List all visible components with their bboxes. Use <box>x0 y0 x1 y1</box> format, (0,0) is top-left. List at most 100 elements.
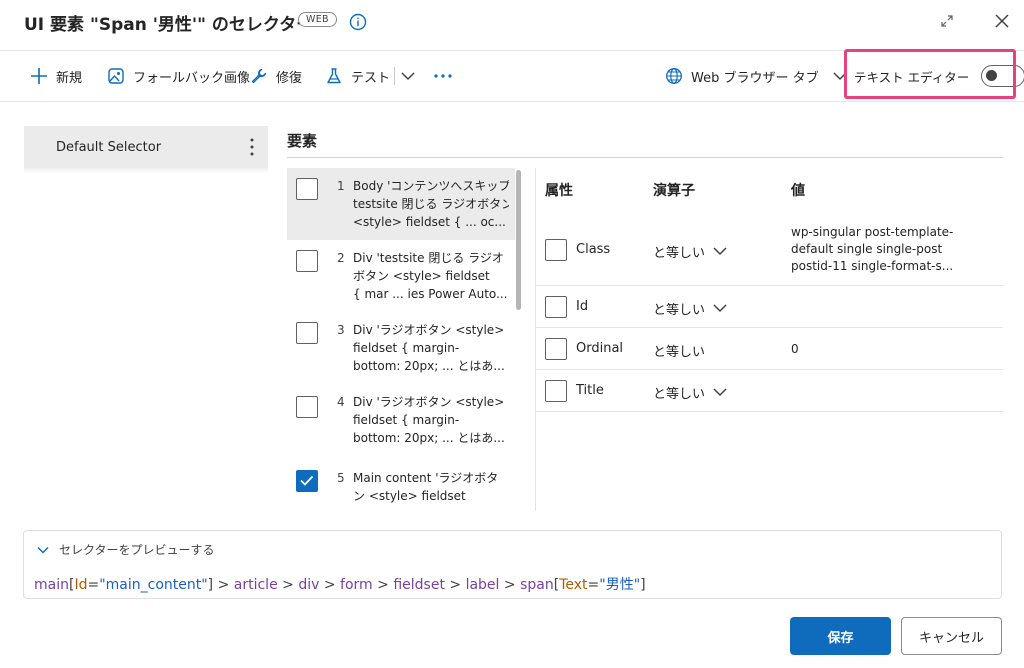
operator-label[interactable]: と等しい <box>653 242 705 261</box>
element-row[interactable]: 1 Body 'コンテンツへスキップ testsite 閉じる ラジオボタン <… <box>287 168 515 240</box>
test-label: テスト <box>351 70 391 86</box>
repair-button[interactable]: 修復 <box>250 51 302 101</box>
selector-token-op: > <box>319 577 341 593</box>
info-icon[interactable] <box>349 13 367 31</box>
selector-token-op: ] <box>640 577 646 593</box>
toolbar-separator <box>394 67 395 85</box>
attribute-checkbox[interactable] <box>545 338 567 360</box>
element-line: bottom: 20px; ... とはあ... <box>353 431 505 445</box>
preview-toggle-label: セレクターをプレビューする <box>59 543 215 557</box>
selector-label: Default Selector <box>56 139 162 155</box>
preview-toggle[interactable]: セレクターをプレビューする <box>37 541 215 558</box>
selector-token-op: > <box>499 577 521 593</box>
element-checkbox[interactable] <box>296 250 318 272</box>
element-line: ン <style> fieldset <box>353 489 466 503</box>
attribute-column-header: 属性 <box>545 183 573 199</box>
element-checkbox[interactable] <box>296 178 318 200</box>
element-description: Body 'コンテンツへスキップ testsite 閉じる ラジオボタン <st… <box>353 177 509 231</box>
selector-token-tag: main <box>34 577 69 593</box>
element-number: 3 <box>337 323 345 337</box>
attribute-row-id: Id と等しい <box>536 286 1003 328</box>
element-row[interactable]: 2 Div 'testsite 閉じる ラジオ ボタン <style> fiel… <box>287 240 515 312</box>
attribute-name: Class <box>576 242 611 257</box>
attribute-checkbox[interactable] <box>545 380 567 402</box>
expand-icon[interactable] <box>940 14 954 28</box>
more-dots-icon <box>434 74 452 78</box>
value-line: postid-11 single-format-s... <box>791 259 954 273</box>
attribute-row-ordinal: Ordinal と等しい 0 <box>536 328 1003 370</box>
attribute-row-class: Class と等しい wp-singular post-template- de… <box>536 218 1003 286</box>
attribute-name: Id <box>576 299 589 314</box>
flask-icon <box>327 68 341 84</box>
element-line: bottom: 20px; ... とはあ... <box>353 359 505 373</box>
close-icon[interactable] <box>994 13 1010 29</box>
chevron-down-icon <box>37 546 49 554</box>
element-checkbox[interactable] <box>296 470 318 492</box>
selector-token-op: = <box>587 577 600 593</box>
attribute-checkbox[interactable] <box>545 296 567 318</box>
selector-token-tag: fieldset <box>393 577 445 593</box>
value-line: wp-singular post-template- <box>791 225 954 239</box>
highlight-box <box>844 49 1016 99</box>
selector-token-tag: div <box>298 577 320 593</box>
element-checkbox[interactable] <box>296 396 318 418</box>
save-button[interactable]: 保存 <box>790 617 891 655</box>
operator-label: と等しい <box>653 345 706 360</box>
value-line: 0 <box>791 342 799 356</box>
selector-token-tag: article <box>233 577 278 593</box>
elements-divider <box>287 157 1003 158</box>
element-checkbox[interactable] <box>296 322 318 344</box>
selector-token-str: "男性" <box>599 577 641 593</box>
attribute-value: wp-singular post-template- default singl… <box>791 224 991 275</box>
value-line: default single single-post <box>791 242 943 256</box>
test-button[interactable]: テスト <box>325 51 390 101</box>
browser-tab-label: Web ブラウザー タブ <box>691 70 819 86</box>
fallback-label: フォールバック画像 <box>133 70 251 86</box>
new-label: 新規 <box>56 70 83 86</box>
fallback-image-button[interactable]: フォールバック画像 <box>107 51 250 101</box>
selector-token-attr: Id <box>74 577 88 593</box>
selector-token-op: > <box>444 577 466 593</box>
element-line: testsite 閉じる ラジオボタン <box>353 197 509 211</box>
element-number: 4 <box>337 395 345 409</box>
value-column-header: 値 <box>791 183 805 199</box>
element-list-scrollbar[interactable] <box>516 170 521 310</box>
attribute-checkbox[interactable] <box>545 239 567 261</box>
checkmark-icon <box>300 475 314 486</box>
repair-label: 修復 <box>276 70 303 86</box>
chevron-down-icon[interactable] <box>713 246 727 256</box>
selector-token-tag: label <box>465 577 500 593</box>
overflow-menu-button[interactable] <box>433 51 461 101</box>
new-button[interactable]: 新規 <box>30 51 82 101</box>
selector-token-str: "main_content" <box>99 577 208 593</box>
more-vertical-icon[interactable] <box>250 137 254 157</box>
elements-heading: 要素 <box>287 132 318 150</box>
cancel-button[interactable]: キャンセル <box>901 617 1002 655</box>
element-row[interactable]: 3 Div 'ラジオボタン <style> fieldset { margin-… <box>287 312 515 384</box>
element-row[interactable]: 4 Div 'ラジオボタン <style> fieldset { margin-… <box>287 384 515 456</box>
chevron-down-icon <box>401 72 415 81</box>
element-number: 2 <box>337 251 345 265</box>
element-line: fieldset { margin- <box>353 413 460 427</box>
title-bar: UI 要素 "Span '男性'" のセレクター WEB <box>0 0 1024 46</box>
element-line: Div 'testsite 閉じる ラジオ <box>353 251 504 265</box>
browser-tab-dropdown[interactable]: Web ブラウザー タブ <box>665 51 847 101</box>
operator-label[interactable]: と等しい <box>653 383 705 402</box>
globe-icon <box>666 68 682 84</box>
more-options-dropdown[interactable] <box>401 51 423 101</box>
element-line: Div 'ラジオボタン <style> <box>353 323 505 337</box>
element-number: 1 <box>337 179 345 193</box>
selector-token-tag: form <box>340 577 373 593</box>
web-badge: WEB <box>298 12 337 27</box>
dialog-title: UI 要素 "Span '男性'" のセレクター <box>24 15 314 35</box>
selector-item-default[interactable]: Default Selector <box>24 126 268 168</box>
element-row[interactable]: 5 Main content 'ラジオボタ ン <style> fieldset <box>287 456 515 511</box>
chevron-down-icon[interactable] <box>713 387 727 397</box>
element-line: Div 'ラジオボタン <style> <box>353 395 505 409</box>
element-description: Div 'testsite 閉じる ラジオ ボタン <style> fields… <box>353 249 509 303</box>
selector-token-op: ] > <box>207 577 234 593</box>
element-line: fieldset { margin- <box>353 341 460 355</box>
chevron-down-icon[interactable] <box>713 303 727 313</box>
selector-token-tag: span <box>520 577 554 593</box>
operator-label[interactable]: と等しい <box>653 299 705 318</box>
